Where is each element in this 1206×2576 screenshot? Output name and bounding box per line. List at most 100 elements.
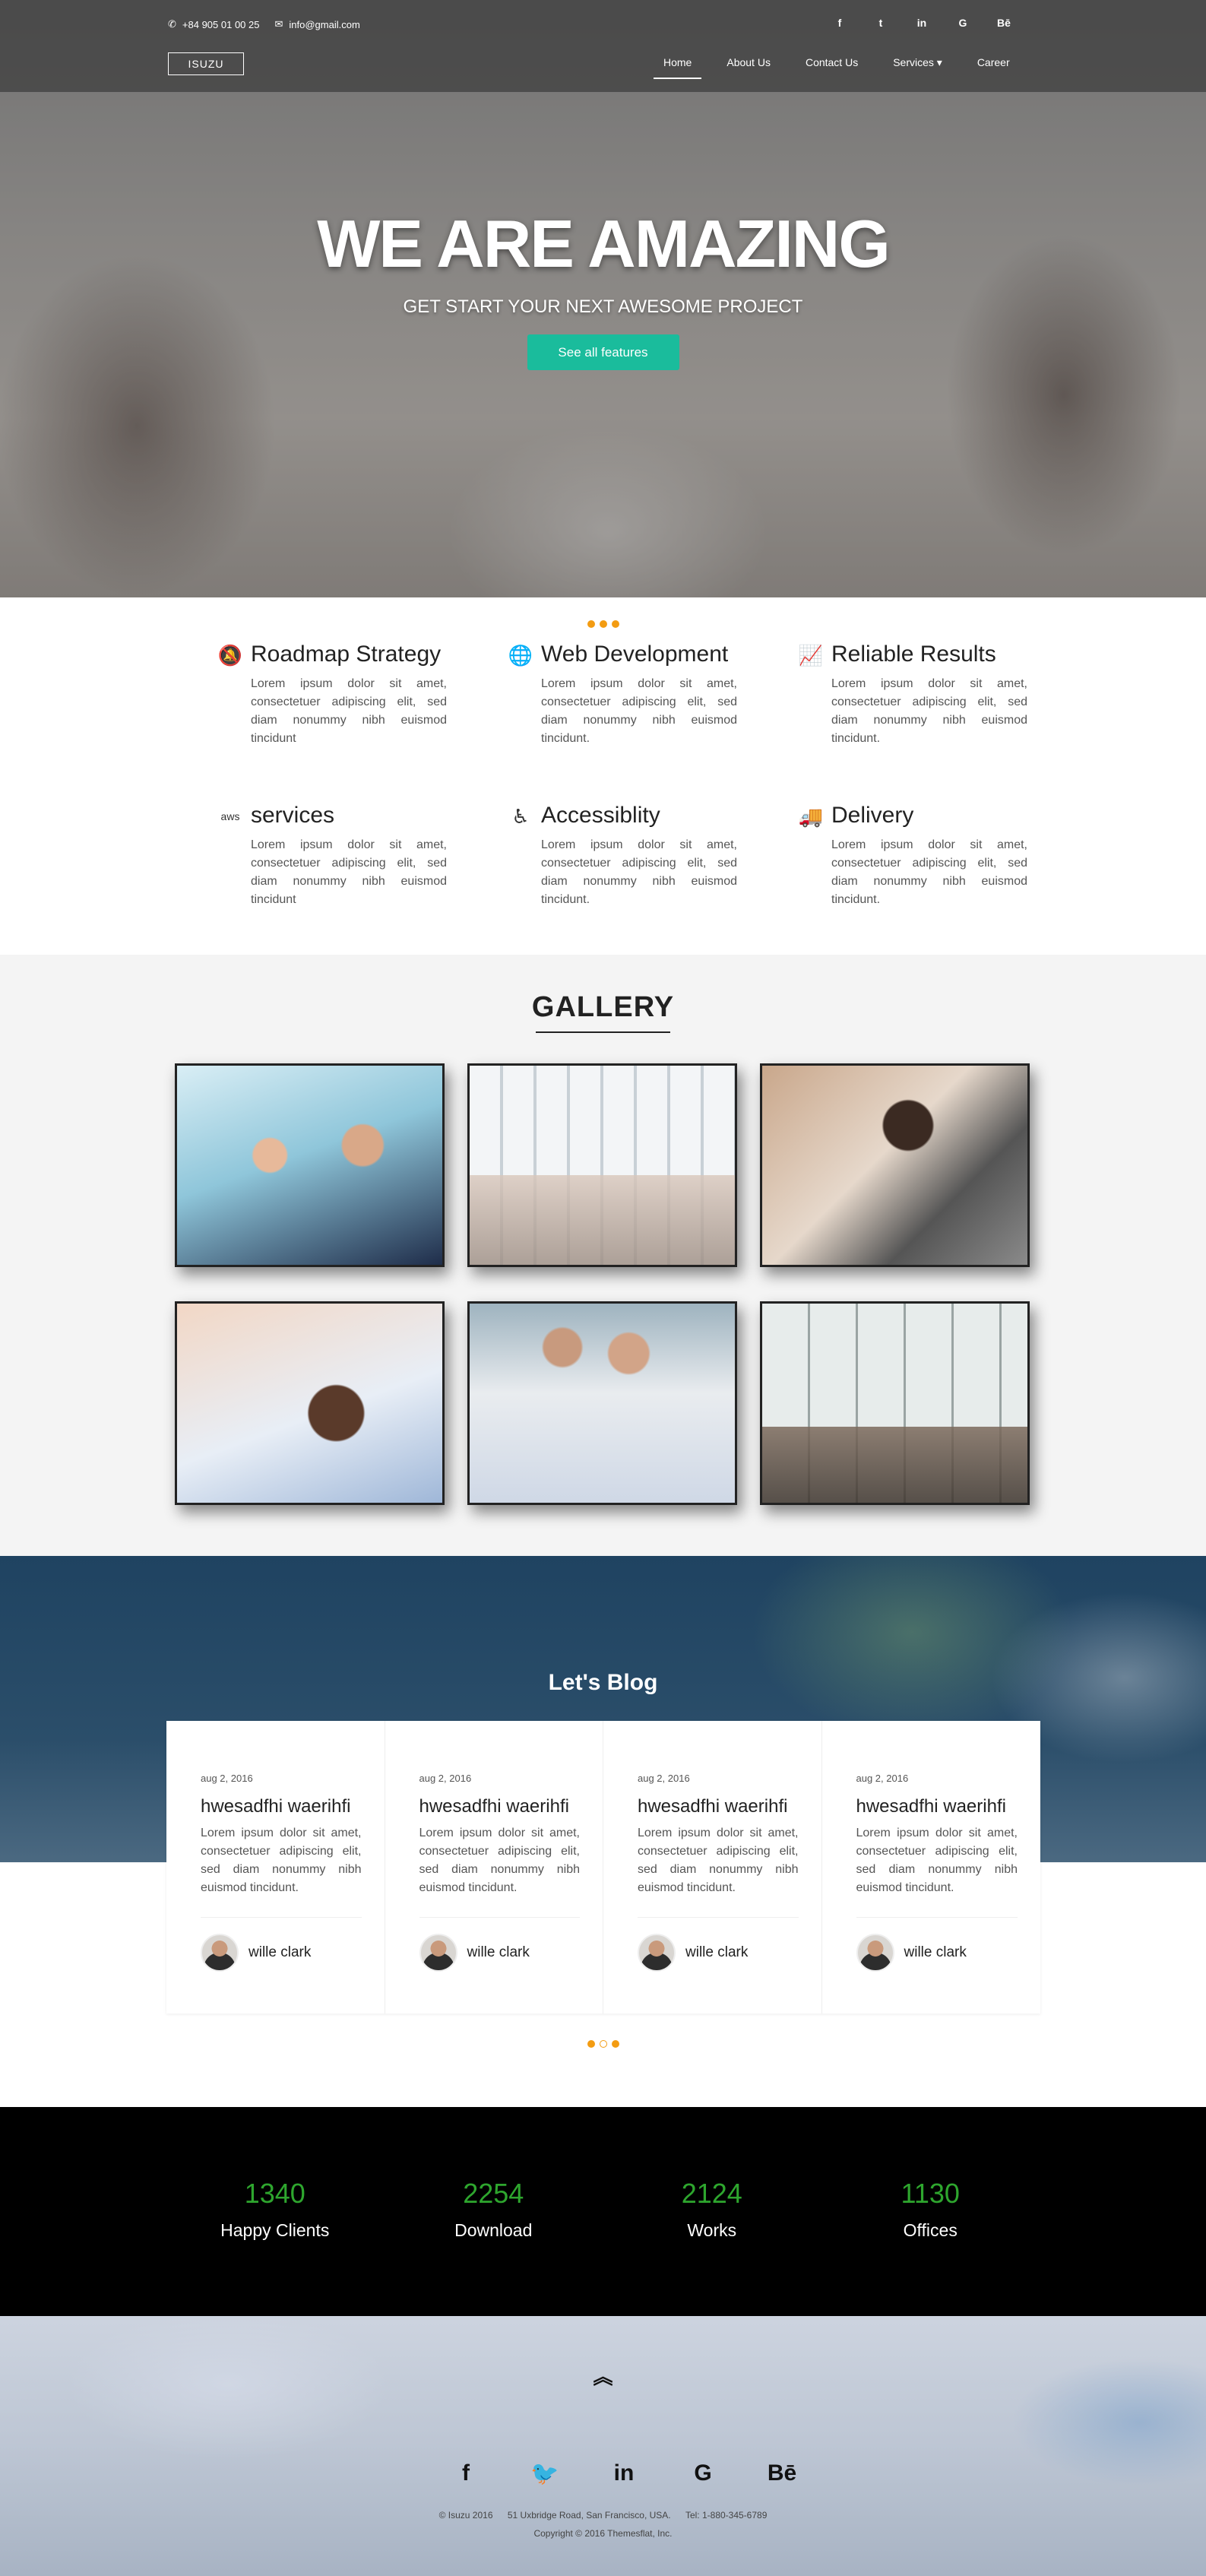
carousel-dot[interactable] — [599, 620, 607, 628]
google-icon[interactable]: G — [954, 17, 972, 29]
post-excerpt: Lorem ipsum dolor sit amet, consectetuer… — [419, 1827, 581, 1894]
author-name[interactable]: wille clark — [685, 1944, 748, 1961]
post-title[interactable]: hwesadfhi waerihfi — [856, 1796, 1006, 1817]
features-grid: 🔕 Roadmap Strategy Lorem ipsum dolor sit … — [217, 642, 1038, 909]
twitter-icon[interactable]: t — [872, 17, 890, 29]
blog-title: Let's Blog — [548, 1670, 658, 1695]
nav-home[interactable]: Home — [646, 56, 709, 79]
globe-icon: 🌐 — [508, 644, 533, 667]
stat-value: 2124 — [681, 2178, 742, 2209]
stat-value: 1130 — [901, 2178, 960, 2209]
feature-item: ♿ Accessiblity Lorem ipsum dolor sit amet… — [508, 803, 798, 909]
twitter-icon[interactable]: 🐦 — [505, 2460, 584, 2487]
nav-about-us[interactable]: About Us — [709, 56, 788, 69]
gallery-image[interactable] — [467, 1063, 737, 1267]
accessibility-icon: ♿ — [511, 805, 530, 828]
stat-label: Works — [687, 2220, 737, 2240]
feature-title: services — [251, 803, 335, 828]
linkedin-icon[interactable]: in — [913, 17, 931, 29]
linkedin-icon[interactable]: in — [584, 2460, 663, 2487]
feature-text: Lorem ipsum dolor sit amet, consectetuer… — [251, 838, 447, 906]
features-section: 🔕 Roadmap Strategy Lorem ipsum dolor sit … — [0, 597, 1206, 955]
nav-services[interactable]: Services ▾ — [875, 56, 960, 69]
post-excerpt: Lorem ipsum dolor sit amet, consectetuer… — [638, 1827, 799, 1894]
feature-text: Lorem ipsum dolor sit amet, consectetuer… — [251, 677, 447, 745]
feature-title: Roadmap Strategy — [251, 642, 442, 667]
gallery-title: GALLERY — [0, 991, 1206, 1033]
nav-career[interactable]: Career — [960, 56, 1027, 69]
post-title[interactable]: hwesadfhi waerihfi — [638, 1796, 787, 1817]
site-logo[interactable]: ISUZU — [168, 52, 244, 75]
stat-item: 2254 Download — [385, 2178, 603, 2241]
carousel-dot[interactable] — [611, 620, 619, 628]
email-contact[interactable]: ✉ info@gmail.com — [274, 18, 359, 30]
phone-contact[interactable]: ✆ +84 905 01 00 25 — [168, 18, 259, 30]
main-nav: Home About Us Contact Us Services ▾ Care… — [646, 56, 1027, 79]
blog-section: Let's Blog aug 2, 2016 hwesadfhi waerihf… — [0, 1556, 1206, 2107]
divider — [638, 1917, 799, 1918]
hero-section: ✆ +84 905 01 00 25 ✉ info@gmail.com f t in… — [0, 0, 1206, 597]
post-date: aug 2, 2016 — [638, 1773, 690, 1784]
nav-contact-us[interactable]: Contact Us — [788, 56, 875, 69]
author-name[interactable]: wille clark — [904, 1944, 967, 1961]
feature-item: 📈 Reliable Results Lorem ipsum dolor sit … — [798, 642, 1088, 748]
hero-subtitle: GET START YOUR NEXT AWESOME PROJECT — [403, 296, 803, 317]
feature-item: 🚚 Delivery Lorem ipsum dolor sit amet, co… — [798, 803, 1088, 909]
post-excerpt: Lorem ipsum dolor sit amet, consectetuer… — [201, 1827, 362, 1894]
behance-icon[interactable]: Bē — [742, 2460, 821, 2487]
gallery-image[interactable] — [760, 1301, 1030, 1505]
gallery-grid — [175, 1063, 1030, 1505]
scroll-to-top-icon[interactable]: ︽ — [0, 2367, 1206, 2387]
author-name[interactable]: wille clark — [467, 1944, 530, 1961]
post-date: aug 2, 2016 — [201, 1773, 253, 1784]
blog-card[interactable]: aug 2, 2016 hwesadfhi waerihfi Lorem ips… — [603, 1721, 822, 2014]
feature-text: Lorem ipsum dolor sit amet, consectetuer… — [541, 677, 737, 745]
carousel-dot[interactable] — [587, 2040, 595, 2048]
avatar — [638, 1934, 676, 1972]
carousel-dot[interactable] — [587, 620, 595, 628]
feature-title: Web Development — [541, 642, 729, 667]
stats-section: 1340 Happy Clients 2254 Download 2124 Works… — [0, 2107, 1206, 2316]
post-date: aug 2, 2016 — [856, 1773, 909, 1784]
carousel-dot[interactable] — [611, 2040, 619, 2048]
gallery-section: GALLERY — [0, 955, 1206, 1556]
feature-text: Lorem ipsum dolor sit amet, consectetuer… — [831, 838, 1027, 906]
line-chart-icon: 📈 — [798, 644, 824, 667]
stats-grid: 1340 Happy Clients 2254 Download 2124 Works… — [166, 2178, 1040, 2241]
features-carousel-dots — [0, 620, 1206, 628]
contact-info: ✆ +84 905 01 00 25 ✉ info@gmail.com — [168, 18, 360, 30]
stat-label: Download — [454, 2220, 533, 2240]
divider — [419, 1917, 580, 1918]
aws-icon: aws — [220, 810, 240, 822]
blog-card[interactable]: aug 2, 2016 hwesadfhi waerihfi Lorem ips… — [166, 1721, 385, 2014]
post-excerpt: Lorem ipsum dolor sit amet, consectetuer… — [856, 1827, 1018, 1894]
behance-icon[interactable]: Bē — [995, 17, 1013, 29]
feature-item: aws services Lorem ipsum dolor sit amet, … — [217, 803, 508, 909]
feature-item: 🌐 Web Development Lorem ipsum dolor sit a… — [508, 642, 798, 748]
author-name[interactable]: wille clark — [248, 1944, 311, 1961]
stat-label: Happy Clients — [220, 2220, 330, 2240]
truck-icon: 🚚 — [798, 805, 824, 828]
blog-card[interactable]: aug 2, 2016 hwesadfhi waerihfi Lorem ips… — [822, 1721, 1041, 2014]
facebook-icon[interactable]: f — [426, 2460, 505, 2487]
carousel-dot[interactable] — [599, 2040, 607, 2048]
phone-icon: ✆ — [168, 18, 176, 30]
gallery-image[interactable] — [467, 1301, 737, 1505]
feature-title: Reliable Results — [831, 642, 996, 667]
avatar — [856, 1934, 894, 1972]
divider — [201, 1917, 362, 1918]
gallery-image[interactable] — [760, 1063, 1030, 1267]
post-title[interactable]: hwesadfhi waerihfi — [201, 1796, 350, 1817]
footer: ︽ f 🐦 in G Bē © Isuzu 2016 51 Uxbridge R… — [0, 2316, 1206, 2576]
feature-text: Lorem ipsum dolor sit amet, consectetuer… — [831, 677, 1027, 745]
bell-slash-icon: 🔕 — [217, 644, 243, 667]
facebook-icon[interactable]: f — [831, 17, 849, 29]
see-all-features-button[interactable]: See all features — [527, 334, 679, 370]
gallery-image[interactable] — [175, 1301, 445, 1505]
post-title[interactable]: hwesadfhi waerihfi — [419, 1796, 569, 1817]
google-icon[interactable]: G — [663, 2460, 742, 2487]
stat-value: 1340 — [244, 2178, 305, 2209]
stat-item: 1340 Happy Clients — [166, 2178, 385, 2241]
blog-card[interactable]: aug 2, 2016 hwesadfhi waerihfi Lorem ips… — [385, 1721, 603, 2014]
gallery-image[interactable] — [175, 1063, 445, 1267]
